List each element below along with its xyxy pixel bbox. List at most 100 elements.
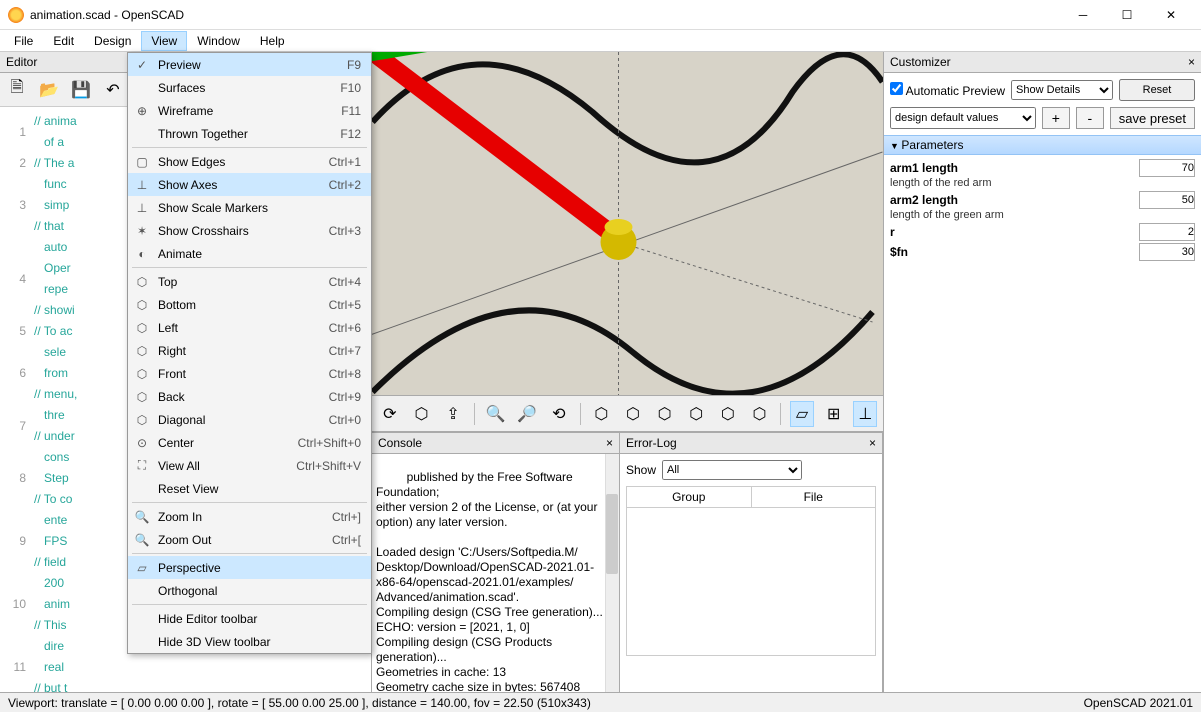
undo-icon[interactable]: ↶	[102, 79, 124, 101]
menu-item-hide-3d-view-toolbar[interactable]: Hide 3D View toolbar	[128, 630, 371, 653]
zoom-in-icon[interactable]: 🔍	[484, 401, 508, 427]
menu-item-perspective[interactable]: ▱Perspective	[128, 556, 371, 579]
view-top-icon[interactable]: ⬡	[621, 401, 645, 427]
menu-item-show-edges[interactable]: ▢Show EdgesCtrl+1	[128, 150, 371, 173]
new-file-icon[interactable]: 🗎	[6, 79, 28, 101]
customizer-close-icon[interactable]: ×	[1188, 55, 1195, 69]
menu-item-shortcut: Ctrl+3	[329, 224, 361, 238]
menu-item-view-all[interactable]: ⛶View AllCtrl+Shift+V	[128, 454, 371, 477]
console-output[interactable]: published by the Free Software Foundatio…	[372, 454, 619, 692]
parameters-header[interactable]: Parameters	[884, 135, 1201, 155]
view-left-icon[interactable]: ⬡	[684, 401, 708, 427]
menu-item-bottom[interactable]: ⬡BottomCtrl+5	[128, 293, 371, 316]
menu-item-animate[interactable]: ◐Animate	[128, 242, 371, 265]
menu-item-icon: ⛶	[134, 458, 150, 473]
auto-preview-checkbox[interactable]: Automatic Preview	[890, 82, 1005, 98]
menu-item-right[interactable]: ⬡RightCtrl+7	[128, 339, 371, 362]
view-right-icon[interactable]: ⬡	[590, 401, 614, 427]
menu-item-top[interactable]: ⬡TopCtrl+4	[128, 270, 371, 293]
reset-view-icon[interactable]: ⟲	[547, 401, 571, 427]
param-input[interactable]	[1139, 159, 1195, 177]
menu-item-wireframe[interactable]: ⊕WireframeF11	[128, 99, 371, 122]
menu-item-shortcut: Ctrl+7	[329, 344, 361, 358]
menu-bar: FileEditDesignViewWindowHelp	[0, 30, 1201, 52]
menu-item-orthogonal[interactable]: Orthogonal	[128, 579, 371, 602]
error-log-col-group[interactable]: Group	[627, 487, 752, 507]
param-arm1-length: arm1 lengthlength of the red arm	[890, 159, 1195, 189]
viewport-3d[interactable]	[372, 52, 883, 396]
perspective-icon[interactable]: ▱	[790, 401, 814, 427]
menu-item-label: Show Axes	[158, 178, 329, 192]
toolbar-separator	[780, 403, 781, 425]
error-log-col-file[interactable]: File	[752, 487, 876, 507]
orthogonal-icon[interactable]: ⊞	[822, 401, 846, 427]
close-button[interactable]: ✕	[1149, 1, 1193, 29]
menu-item-label: Center	[158, 436, 298, 450]
render-icon[interactable]: ⬡	[410, 401, 434, 427]
export-icon[interactable]: ⇪	[441, 401, 465, 427]
menu-item-label: Diagonal	[158, 413, 329, 427]
menu-item-label: Wireframe	[158, 104, 341, 118]
menu-item-icon: ⬡	[134, 367, 150, 381]
menu-view[interactable]: View	[141, 31, 187, 51]
menu-item-zoom-in[interactable]: 🔍Zoom InCtrl+]	[128, 505, 371, 528]
menu-item-thrown-together[interactable]: Thrown TogetherF12	[128, 122, 371, 145]
menu-item-front[interactable]: ⬡FrontCtrl+8	[128, 362, 371, 385]
console-close-icon[interactable]: ×	[606, 436, 613, 450]
menu-help[interactable]: Help	[250, 31, 295, 51]
menu-design[interactable]: Design	[84, 31, 141, 51]
menu-window[interactable]: Window	[187, 31, 250, 51]
menu-item-hide-editor-toolbar[interactable]: Hide Editor toolbar	[128, 607, 371, 630]
console-scrollbar[interactable]	[605, 454, 619, 692]
axes-icon[interactable]: ⊥	[853, 401, 877, 427]
menu-item-center[interactable]: ⊙CenterCtrl+Shift+0	[128, 431, 371, 454]
menu-item-label: Show Crosshairs	[158, 224, 329, 238]
menu-file[interactable]: File	[4, 31, 43, 51]
status-bar: Viewport: translate = [ 0.00 0.00 0.00 ]…	[0, 692, 1201, 712]
menu-item-back[interactable]: ⬡BackCtrl+9	[128, 385, 371, 408]
error-log-filter[interactable]: All	[662, 460, 802, 480]
view-bottom-icon[interactable]: ⬡	[653, 401, 677, 427]
param-name: $fn	[890, 245, 908, 259]
menu-item-show-axes[interactable]: ⊥Show AxesCtrl+2	[128, 173, 371, 196]
save-file-icon[interactable]: 💾	[70, 79, 92, 101]
remove-preset-button[interactable]: -	[1076, 107, 1104, 129]
zoom-out-icon[interactable]: 🔎	[515, 401, 539, 427]
menu-item-icon: ⊙	[134, 436, 150, 450]
maximize-button[interactable]: ☐	[1105, 1, 1149, 29]
menu-item-label: Hide Editor toolbar	[158, 612, 361, 626]
param-input[interactable]	[1139, 243, 1195, 261]
menu-item-zoom-out[interactable]: 🔍Zoom OutCtrl+[	[128, 528, 371, 551]
view-back-icon[interactable]: ⬡	[748, 401, 772, 427]
error-log-close-icon[interactable]: ×	[869, 436, 876, 450]
menu-item-icon: ▢	[134, 155, 150, 169]
add-preset-button[interactable]: +	[1042, 107, 1070, 129]
window-controls: ─ ☐ ✕	[1061, 1, 1193, 29]
menu-item-show-crosshairs[interactable]: ✶Show CrosshairsCtrl+3	[128, 219, 371, 242]
param-input[interactable]	[1139, 223, 1195, 241]
param-input[interactable]	[1139, 191, 1195, 209]
reset-button[interactable]: Reset	[1119, 79, 1195, 101]
preset-select[interactable]: design default values	[890, 107, 1036, 129]
menu-item-shortcut: Ctrl+1	[329, 155, 361, 169]
menu-item-reset-view[interactable]: Reset View	[128, 477, 371, 500]
view-menu-dropdown[interactable]: ✓PreviewF9SurfacesF10⊕WireframeF11Thrown…	[127, 52, 372, 654]
preview-icon[interactable]: ⟳	[378, 401, 402, 427]
menu-item-label: Preview	[158, 58, 347, 72]
menu-item-shortcut: Ctrl+0	[329, 413, 361, 427]
view-front-icon[interactable]: ⬡	[716, 401, 740, 427]
menu-item-preview[interactable]: ✓PreviewF9	[128, 53, 371, 76]
save-preset-button[interactable]: save preset	[1110, 107, 1195, 129]
menu-item-show-scale-markers[interactable]: ⊥Show Scale Markers	[128, 196, 371, 219]
minimize-button[interactable]: ─	[1061, 1, 1105, 29]
details-select[interactable]: Show Details	[1011, 80, 1113, 100]
menu-edit[interactable]: Edit	[43, 31, 84, 51]
console-text: published by the Free Software Foundatio…	[376, 470, 603, 692]
menu-item-surfaces[interactable]: SurfacesF10	[128, 76, 371, 99]
menu-item-left[interactable]: ⬡LeftCtrl+6	[128, 316, 371, 339]
menu-item-shortcut: F12	[340, 127, 361, 141]
error-log-table[interactable]: Group File	[626, 486, 876, 656]
menu-item-label: Surfaces	[158, 81, 340, 95]
menu-item-diagonal[interactable]: ⬡DiagonalCtrl+0	[128, 408, 371, 431]
open-file-icon[interactable]: 📂	[38, 79, 60, 101]
